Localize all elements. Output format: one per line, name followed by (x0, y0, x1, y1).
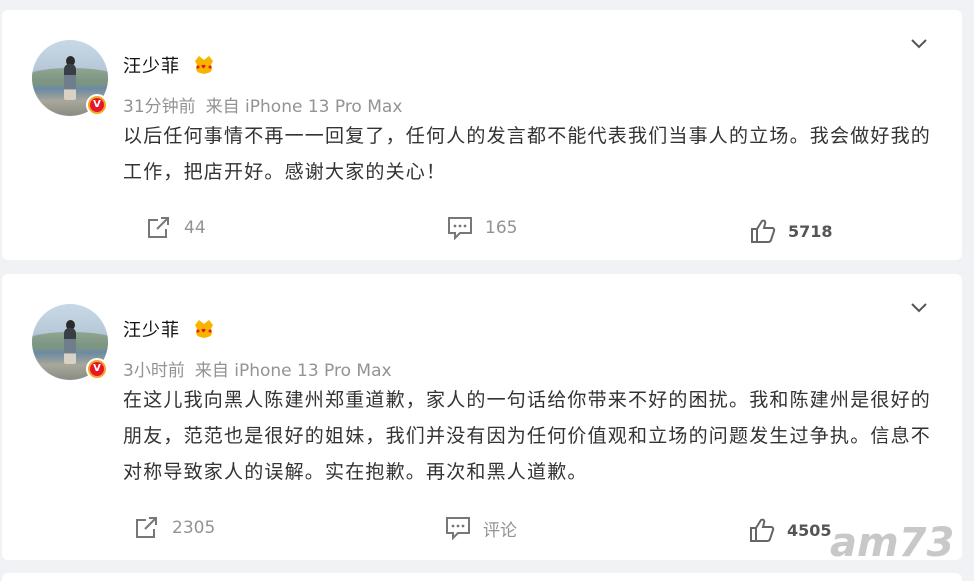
repost-button[interactable]: 2305 (134, 513, 215, 543)
verified-badge-icon: V (86, 358, 108, 380)
post-time[interactable]: 3小时前 (123, 361, 185, 381)
post-card-partial (2, 573, 962, 581)
member-crown-icon[interactable] (192, 53, 216, 75)
comment-icon (448, 217, 472, 240)
like-count: 5718 (788, 221, 833, 241)
comment-count: 165 (485, 218, 518, 238)
post-content: 在这儿我向黑人陈建州郑重道歉，家人的一句话给你带来不好的困扰。我和陈建州是很好的… (123, 389, 932, 483)
member-crown-icon[interactable] (192, 317, 216, 339)
post-meta: 3小时前 来自 iPhone 13 Pro Max (123, 356, 392, 381)
share-icon (148, 217, 169, 238)
author-name[interactable]: 汪少菲 (123, 52, 180, 78)
post-content: 以后任何事情不再一一回复了，任何人的发言都不能代表我们当事人的立场。我会做好我的… (123, 125, 932, 183)
post-card: V 汪少菲 31分钟前 来自 iPhone 13 Pro Max 以后任何事情不再… (2, 10, 962, 260)
avatar-person (64, 328, 76, 364)
thumbs-up-icon (750, 518, 775, 542)
repost-count: 2305 (172, 518, 216, 538)
like-button[interactable]: 4505 (749, 515, 832, 545)
post-source: 来自 iPhone 13 Pro Max (194, 361, 392, 381)
share-icon (136, 517, 157, 538)
chevron-down-icon[interactable] (910, 38, 928, 50)
like-button[interactable]: 5718 (750, 216, 833, 246)
verified-badge-icon: V (86, 94, 108, 116)
weibo-feed: V 汪少菲 31分钟前 来自 iPhone 13 Pro Max 以后任何事情不再… (0, 0, 974, 581)
avatar-person (64, 64, 76, 100)
post-meta: 31分钟前 来自 iPhone 13 Pro Max (123, 92, 402, 117)
comment-label: 评论 (483, 520, 517, 541)
post-time[interactable]: 31分钟前 (123, 97, 196, 117)
post-source: 来自 iPhone 13 Pro Max (205, 97, 403, 117)
author-name[interactable]: 汪少菲 (123, 316, 180, 342)
thumbs-up-icon (751, 219, 776, 243)
comment-icon (446, 517, 470, 540)
action-bar: 2305 评论 4505 (2, 513, 962, 543)
comment-button[interactable]: 评论 (445, 513, 517, 543)
action-bar: 44 165 5718 (2, 213, 962, 243)
chevron-down-icon[interactable] (910, 302, 928, 314)
comment-button[interactable]: 165 (447, 213, 517, 243)
repost-count: 44 (184, 218, 206, 238)
like-count: 4505 (787, 520, 832, 540)
post-card: V 汪少菲 3小时前 来自 iPhone 13 Pro Max 在这儿我向黑人陈建… (2, 274, 962, 560)
repost-button[interactable]: 44 (146, 213, 206, 243)
